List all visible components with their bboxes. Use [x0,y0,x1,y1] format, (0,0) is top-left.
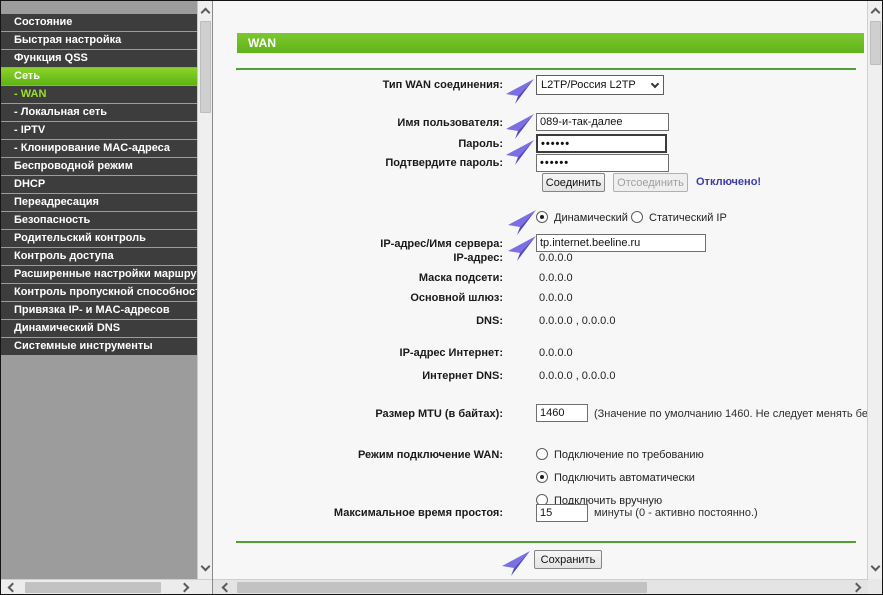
internet-dns-label: Интернет DNS: [213,370,503,382]
sidebar-item-status[interactable]: Состояние [1,14,197,31]
connect-button[interactable]: Соединить [542,173,605,192]
wan-settings-panel: WAN Тип WAN соединения: L2TP/Россия L2TP… [213,1,869,581]
ip-address-label: IP-адрес: [213,252,503,264]
max-idle-time-label: Максимальное время простоя: [213,507,503,519]
sidebar-vertical-scrollbar[interactable] [197,1,212,581]
sidebar: Состояние Быстрая настройка Функция QSS … [1,1,197,581]
sidebar-item-forwarding[interactable]: Переадресация [1,194,197,211]
server-name-input[interactable] [536,234,706,252]
scroll-down-icon[interactable] [871,562,881,572]
bottom-rule [236,541,856,543]
main-hscroll-thumb[interactable] [237,582,647,593]
sidebar-item-parental-control[interactable]: Родительский контроль [1,230,197,247]
sidebar-item-security[interactable]: Безопасность [1,212,197,229]
sidebar-item-ddns[interactable]: Динамический DNS [1,320,197,337]
username-label: Имя пользователя: [213,117,503,129]
subnet-mask-label: Маска подсети: [213,272,503,284]
scroll-down-icon[interactable] [201,562,211,572]
pointer-arrow-icon [505,139,535,166]
pointer-arrow-icon [505,113,535,140]
connect-on-demand-label[interactable]: Подключение по требованию [554,449,704,461]
sidebar-scrollbar-thumb[interactable] [200,21,211,113]
wan-type-label: Тип WAN соединения: [213,79,503,91]
main-vertical-scrollbar[interactable] [867,1,882,581]
pointer-arrow-icon [505,78,535,105]
gateway-value: 0.0.0.0 [539,292,573,304]
scroll-left-icon[interactable] [222,583,232,593]
max-idle-time-suffix: минуты (0 - активно постоянно.) [594,507,864,519]
mtu-hint: (Значение по умолчанию 1460. Не следует … [594,408,869,420]
sidebar-item-bandwidth-control[interactable]: Контроль пропускной способности [1,284,197,301]
scroll-right-icon[interactable] [180,583,190,593]
scroll-up-icon[interactable] [871,8,881,18]
password-input[interactable] [536,134,667,153]
mtu-input[interactable] [536,404,588,422]
static-ip-label[interactable]: Статический IP [649,212,727,224]
wan-mode-label: Режим подключение WAN: [213,449,503,461]
ip-address-value: 0.0.0.0 [539,252,573,264]
username-input[interactable] [536,113,669,131]
subnet-mask-value: 0.0.0.0 [539,272,573,284]
gateway-label: Основной шлюз: [213,292,503,304]
connect-automatically-radio[interactable] [536,471,548,483]
connection-status: Отключено! [696,176,761,188]
pointer-arrow-icon [501,550,531,577]
sidebar-item-qss[interactable]: Функция QSS [1,50,197,67]
static-ip-radio[interactable] [631,211,643,223]
sidebar-horizontal-scrollbar[interactable] [1,579,212,594]
sidebar-item-dhcp[interactable]: DHCP [1,176,197,193]
sidebar-item-ip-mac-binding[interactable]: Привязка IP- и MAC-адресов [1,302,197,319]
sidebar-item-quick-setup[interactable]: Быстрая настройка [1,32,197,49]
pointer-arrow-icon [507,209,537,236]
connect-automatically-label[interactable]: Подключить автоматически [554,472,695,484]
router-admin-window: Состояние Быстрая настройка Функция QSS … [0,0,883,595]
main-horizontal-scrollbar[interactable] [213,579,870,594]
internet-dns-value: 0.0.0.0 , 0.0.0.0 [539,370,615,382]
internet-ip-label: IP-адрес Интернет: [213,347,503,359]
sidebar-menu: Состояние Быстрая настройка Функция QSS … [1,14,197,356]
save-button[interactable]: Сохранить [534,550,602,569]
connect-on-demand-radio[interactable] [536,448,548,460]
sidebar-item-mac-clone[interactable]: - Клонирование MAC-адреса [1,140,197,157]
dns-label: DNS: [213,315,503,327]
disconnect-button[interactable]: Отсоединить [613,173,688,192]
max-idle-time-input[interactable] [536,504,588,522]
scroll-left-icon[interactable] [8,583,18,593]
chevron-down-icon [651,80,659,88]
pointer-arrow-icon [507,235,537,262]
sidebar-hscroll-thumb[interactable] [25,582,161,593]
sidebar-item-lan[interactable]: - Локальная сеть [1,104,197,121]
sidebar-item-system-tools[interactable]: Системные инструменты [1,338,197,355]
confirm-password-label: Подтвердите пароль: [213,157,503,169]
server-name-label: IP-адрес/Имя сервера: [213,238,503,250]
sidebar-item-wireless[interactable]: Беспроводной режим [1,158,197,175]
sidebar-item-access-control[interactable]: Контроль доступа [1,248,197,265]
confirm-password-input[interactable] [536,154,669,172]
scroll-up-icon[interactable] [201,8,211,18]
sidebar-item-network[interactable]: Сеть [1,68,197,85]
wan-type-selected-value: L2TP/Россия L2TP [541,79,636,91]
sidebar-item-wan[interactable]: - WAN [1,86,197,103]
wan-type-select[interactable]: L2TP/Россия L2TP [536,75,664,95]
dns-value: 0.0.0.0 , 0.0.0.0 [539,315,615,327]
mtu-label: Размер MTU (в байтах): [213,408,503,420]
scroll-right-icon[interactable] [852,583,862,593]
password-label: Пароль: [213,138,503,150]
main-scrollbar-thumb[interactable] [870,21,881,65]
dynamic-ip-radio[interactable] [536,211,548,223]
sidebar-item-advanced-routing[interactable]: Расширенные настройки маршрутизации [1,266,197,283]
dynamic-ip-label[interactable]: Динамический IP [554,212,641,224]
top-rule [236,68,856,70]
page-title: WAN [237,33,864,53]
sidebar-item-iptv[interactable]: - IPTV [1,122,197,139]
scrollbar-corner [868,579,882,594]
internet-ip-value: 0.0.0.0 [539,347,573,359]
